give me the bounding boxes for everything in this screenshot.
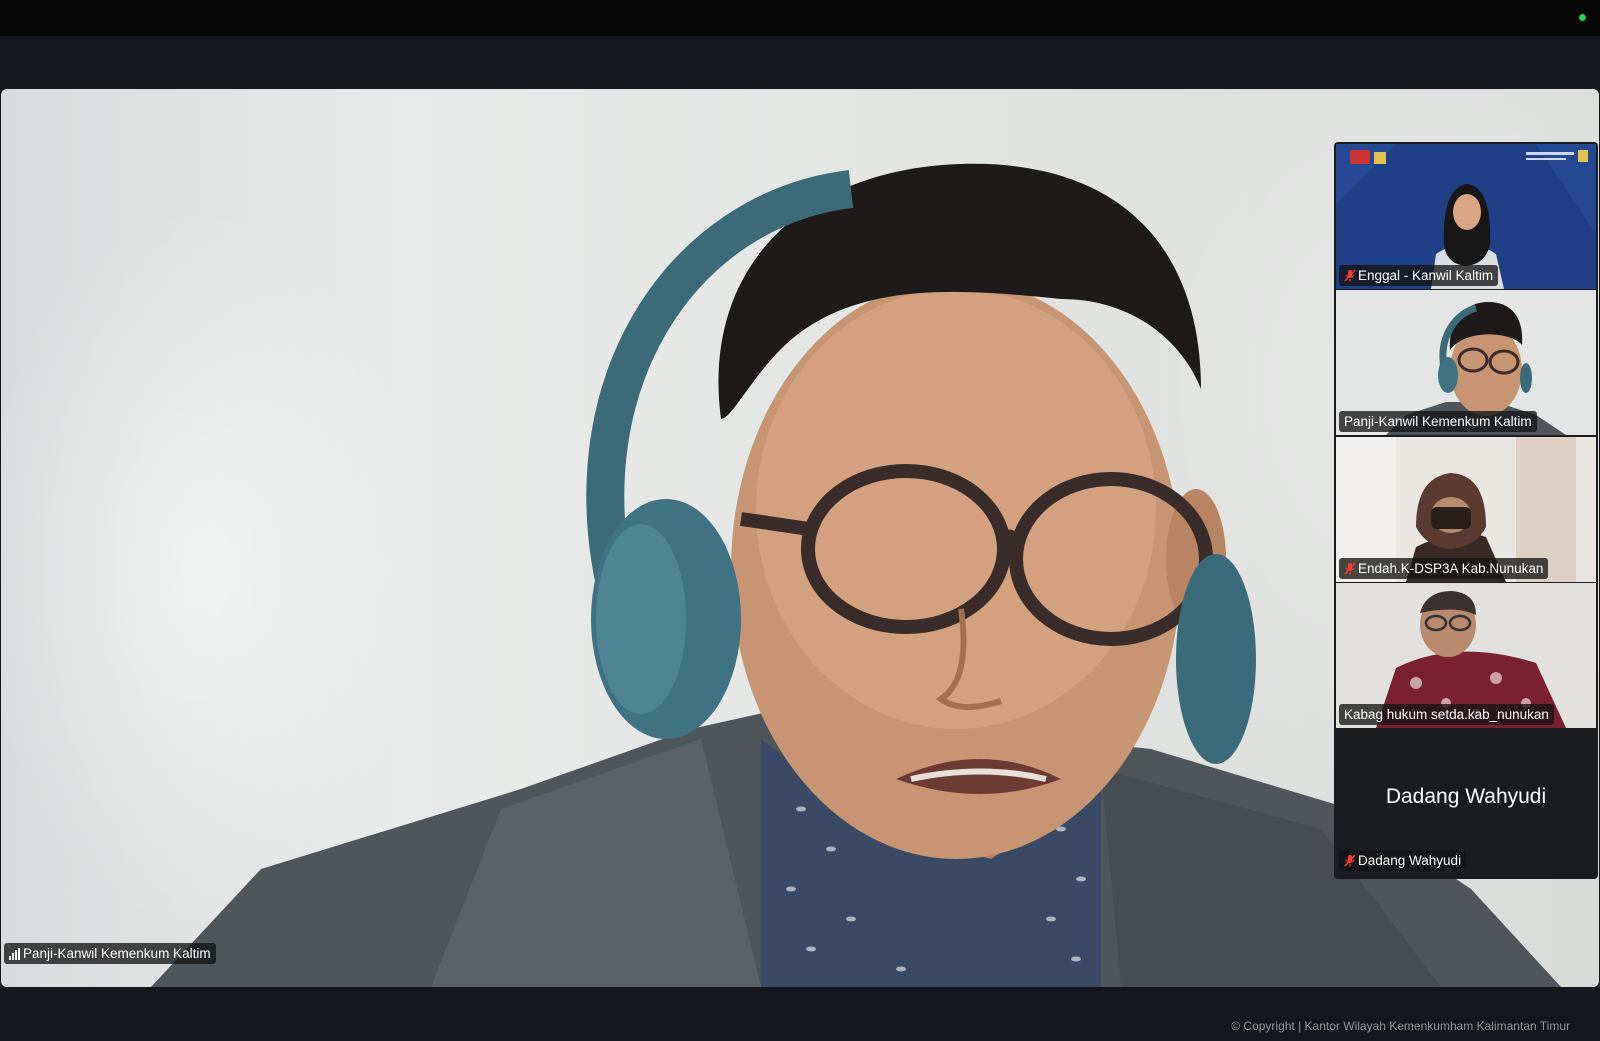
- participant-name: Panji-Kanwil Kemenkum Kaltim: [1344, 414, 1532, 429]
- participant-name: Dadang Wahyudi: [1358, 853, 1462, 868]
- mic-off-icon: [1344, 269, 1356, 282]
- window-title-bar: [0, 0, 1600, 36]
- meeting-top-strip: [0, 36, 1600, 89]
- participant-tile-video-off[interactable]: Dadang Wahyudi Dadang Wahyudi: [1336, 729, 1596, 874]
- participant-name: Endah.K-DSP3A Kab.Nunukan: [1358, 561, 1544, 576]
- participant-gallery: Enggal - Kanwil Kaltim Panji-Kanwil Keme…: [1334, 142, 1598, 879]
- participant-name: Kabag hukum setda.kab_nunukan: [1344, 707, 1549, 722]
- participant-name-tag: Dadang Wahyudi: [1339, 850, 1467, 871]
- signal-strength-icon: [9, 948, 22, 960]
- status-indicator-icon: [1579, 14, 1586, 21]
- participant-display-name: Dadang Wahyudi: [1385, 785, 1547, 808]
- participant-name-tag: Panji-Kanwil Kemenkum Kaltim: [1339, 411, 1537, 432]
- mic-off-icon: [1344, 854, 1356, 867]
- main-speaker-name: Panji-Kanwil Kemenkum Kaltim: [23, 946, 211, 961]
- participant-tile[interactable]: Endah.K-DSP3A Kab.Nunukan: [1336, 437, 1596, 582]
- main-speaker-name-tag: Panji-Kanwil Kemenkum Kaltim: [4, 943, 216, 964]
- participant-name-tag: Enggal - Kanwil Kaltim: [1339, 265, 1499, 286]
- mic-off-icon: [1344, 562, 1356, 575]
- participant-tile-active-speaker[interactable]: Panji-Kanwil Kemenkum Kaltim: [1336, 290, 1596, 435]
- participant-tile[interactable]: Kabag hukum setda.kab_nunukan: [1336, 583, 1596, 728]
- participant-name: Enggal - Kanwil Kaltim: [1358, 268, 1494, 283]
- copyright-text: © Copyright | Kantor Wilayah Kemenkumham…: [1231, 1019, 1570, 1033]
- participant-name-tag: Endah.K-DSP3A Kab.Nunukan: [1339, 558, 1549, 579]
- participant-tile[interactable]: Enggal - Kanwil Kaltim: [1336, 144, 1596, 289]
- participant-name-tag: Kabag hukum setda.kab_nunukan: [1339, 704, 1554, 725]
